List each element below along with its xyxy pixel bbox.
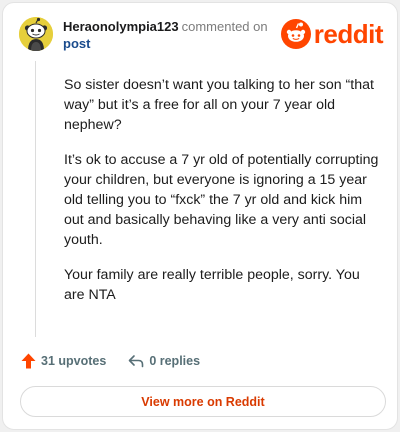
comment-paragraph: It’s ok to accuse a 7 yr old of potentia… — [64, 152, 379, 248]
comment-actions: 31 upvotes 0 replies — [21, 352, 200, 370]
post-link[interactable]: post — [63, 35, 268, 52]
comment-meta: Heraonolympia123 commented on post — [63, 18, 268, 52]
upvote-button[interactable]: 31 upvotes — [21, 353, 106, 369]
snoo-avatar-icon — [19, 17, 53, 51]
comment-header: Heraonolympia123 commented on post reddit — [19, 17, 384, 53]
user-avatar[interactable] — [19, 17, 53, 51]
comment-body: So sister doesn’t want you talking to he… — [64, 75, 384, 320]
reddit-snoo-icon — [280, 19, 311, 49]
upvote-count: 31 upvotes — [41, 354, 107, 368]
view-more-on-reddit-button[interactable]: View more on Reddit — [20, 386, 386, 417]
reddit-logo[interactable]: reddit — [280, 19, 384, 49]
upvote-arrow-icon — [21, 353, 36, 369]
reddit-wordmark: reddit — [313, 19, 384, 49]
thread-line — [35, 61, 36, 337]
comment-paragraph: So sister doesn’t want you talking to he… — [64, 77, 374, 133]
comment-paragraph: Your family are really terrible people, … — [64, 267, 360, 303]
username-link[interactable]: Heraonolympia123 — [63, 19, 179, 34]
reply-arrow-icon — [129, 355, 144, 368]
embedded-comment-card: Heraonolympia123 commented on post reddit — [2, 2, 398, 430]
commented-on-text: commented on — [181, 19, 268, 34]
reply-count: 0 replies — [149, 354, 201, 368]
reply-button[interactable]: 0 replies — [128, 354, 200, 368]
